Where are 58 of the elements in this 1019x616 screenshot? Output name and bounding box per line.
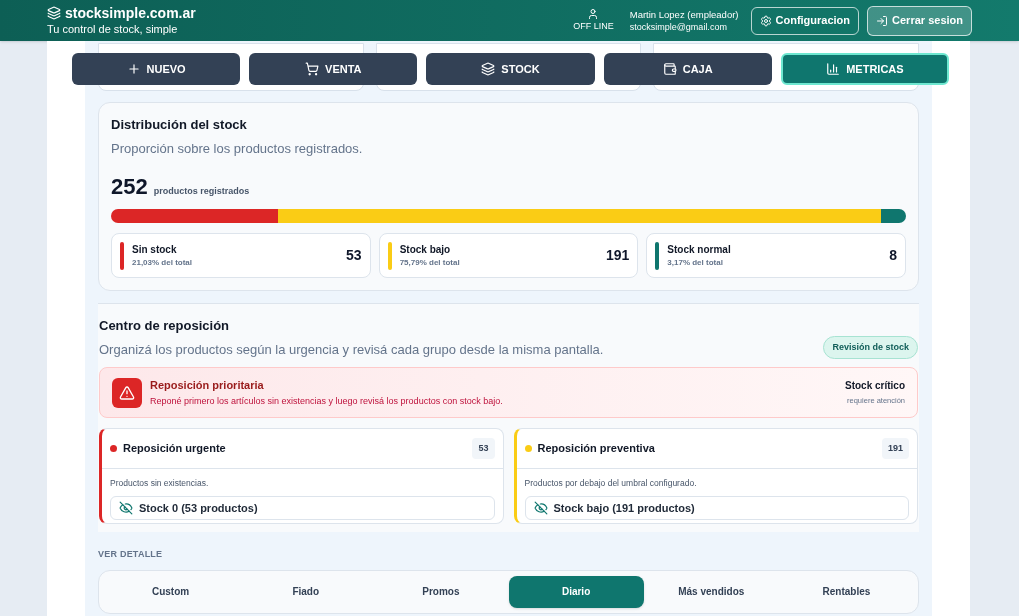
logout-button[interactable]: Cerrar sesion — [867, 5, 972, 36]
stat-label: Sin stock — [132, 243, 178, 257]
group-count: 191 — [881, 437, 909, 460]
section-subtitle: Organizá los productos según la urgencia y revisá cada grupo desde la misma pantalla. — [99, 340, 604, 359]
stat-count: 53 — [346, 246, 362, 265]
hidden-icon — [533, 500, 548, 515]
nav-button[interactable]: STOCK — [426, 53, 595, 85]
nav-button[interactable]: CAJA — [603, 53, 772, 85]
plus-icon — [126, 62, 141, 76]
detail-tab[interactable]: Promos — [373, 575, 509, 608]
stat-share: 21,03% del total — [132, 257, 193, 269]
cart-icon — [305, 62, 320, 76]
brand-name: stocksimple.com.ar — [65, 4, 196, 21]
settings-icon — [759, 14, 772, 27]
section-subtitle: Proporción sobre los productos registrados. — [111, 139, 364, 158]
detail-tab[interactable]: Fiado — [238, 575, 374, 608]
nav-button[interactable]: METRICAS — [780, 53, 949, 85]
layers-icon — [481, 62, 496, 76]
total-count: 252 — [111, 173, 148, 201]
group-description: Productos por debajo del umbral configurado. — [523, 477, 698, 490]
wallet-icon — [662, 62, 677, 76]
group-count: 53 — [472, 437, 495, 460]
alert-status: Stock crítico — [844, 379, 905, 394]
user-name: Martin Lopez (empleador) — [629, 8, 739, 21]
group-title: Reposición urgente — [123, 441, 226, 457]
warning-icon — [112, 377, 142, 408]
stat-count: 191 — [605, 246, 630, 265]
alert-text: Reponé primero los artículos sin existencias y luego revisá los productos con stock bajo. — [150, 395, 503, 408]
section-title: Centro de reposición — [99, 317, 231, 335]
stat-count: 8 — [889, 246, 897, 265]
review-badge: Revisión de stock — [823, 335, 918, 359]
alert-title: Reposición prioritaria — [150, 377, 265, 393]
stat-share: 3,17% del total — [667, 257, 724, 269]
detail-tab[interactable]: Rentables — [778, 575, 914, 608]
user-email: stocksimple@gmail.com — [629, 20, 728, 33]
stat-label: Stock bajo — [399, 243, 452, 257]
detail-tab[interactable]: Custom — [103, 575, 239, 608]
nav-button[interactable]: NUEVO — [72, 53, 241, 85]
section-heading: VER DETALLE — [98, 548, 164, 561]
filter-chip[interactable]: Stock 0 (53 productos) — [110, 495, 495, 520]
layers-icon — [47, 5, 61, 20]
user-icon — [587, 7, 600, 20]
group-description: Productos sin existencias. — [109, 477, 210, 490]
section-title: Distribución del stock — [111, 116, 248, 134]
hidden-icon — [119, 500, 133, 515]
connection-status: OFF LINE — [573, 19, 614, 33]
stat-share: 75,79% del total — [399, 257, 460, 269]
settings-button[interactable]: Configuracion — [750, 6, 860, 35]
tagline: Tu control de stock, simple — [47, 21, 179, 37]
nav-button[interactable]: VENTA — [249, 53, 418, 85]
total-label: productos registrados — [153, 185, 250, 198]
chart-icon — [826, 62, 841, 76]
filter-chip[interactable]: Stock bajo (191 productos) — [524, 495, 909, 520]
logout-icon — [876, 14, 889, 27]
detail-tab[interactable]: Más vendidos — [643, 575, 779, 608]
stat-label: Stock normal — [667, 243, 731, 257]
detail-tab[interactable]: Diario — [508, 575, 644, 608]
group-title: Reposición preventiva — [537, 441, 655, 457]
